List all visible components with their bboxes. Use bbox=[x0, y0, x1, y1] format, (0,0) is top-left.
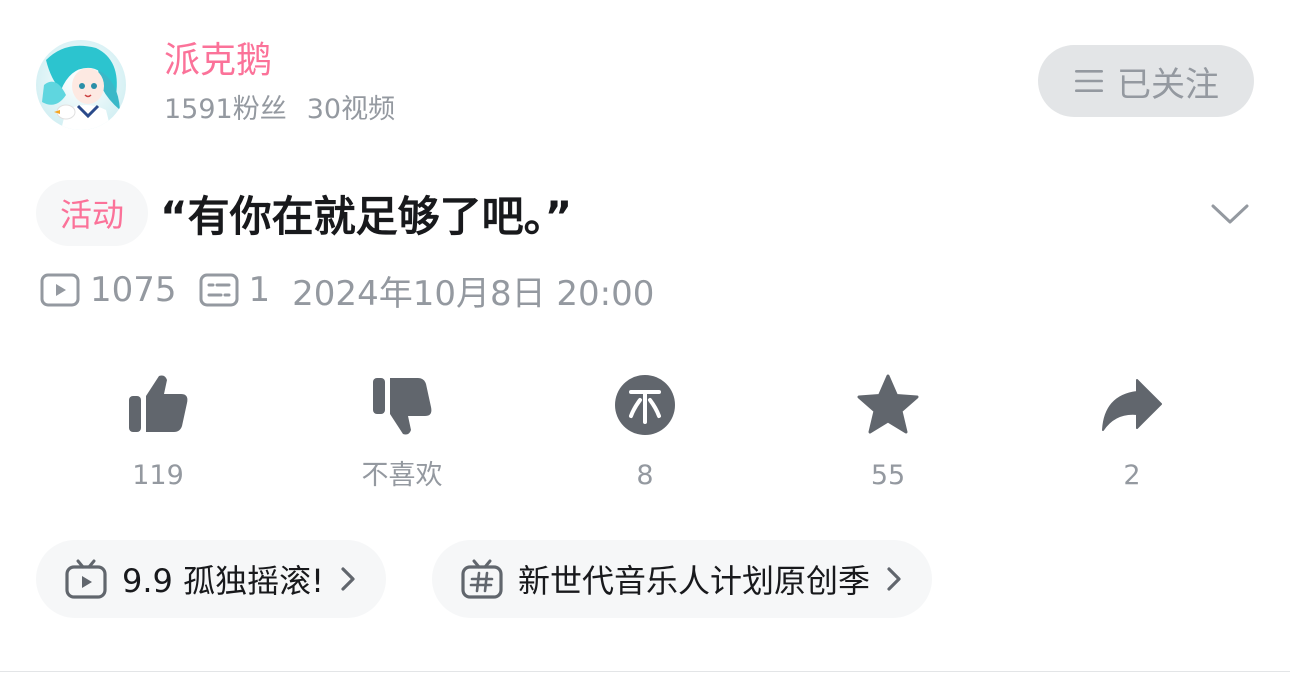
activity-tag[interactable]: 活动 bbox=[36, 180, 149, 246]
tv-icon bbox=[65, 559, 107, 599]
chip-label-bangumi: 9.9 孤独摇滚! bbox=[122, 562, 324, 600]
chevron-right-icon bbox=[341, 567, 355, 591]
share-icon bbox=[1102, 379, 1162, 431]
play-count-icon bbox=[40, 273, 80, 307]
share-count: 2 bbox=[1123, 460, 1141, 491]
like-button[interactable]: 119 bbox=[68, 372, 248, 494]
thumb-down-icon bbox=[373, 378, 432, 435]
coin-icon bbox=[615, 375, 675, 435]
chip-label-topic: 新世代音乐人计划原创季 bbox=[518, 562, 871, 600]
chevron-down-icon[interactable] bbox=[1210, 198, 1250, 228]
title-row: 活动 “有你在就足够了吧。” bbox=[36, 180, 572, 246]
danmaku-count: 1 bbox=[248, 270, 271, 310]
coin-count: 8 bbox=[636, 460, 654, 491]
favorite-button[interactable]: 55 bbox=[798, 372, 978, 494]
menu-icon bbox=[1075, 70, 1103, 92]
view-count: 1075 bbox=[90, 270, 177, 310]
thumb-up-icon bbox=[129, 375, 188, 432]
star-icon bbox=[857, 374, 919, 434]
follower-count: 1591粉丝 bbox=[164, 94, 287, 125]
video-count: 30视频 bbox=[306, 94, 396, 125]
chevron-right-icon bbox=[887, 567, 901, 591]
divider bbox=[0, 671, 1290, 672]
share-button[interactable]: 2 bbox=[1042, 372, 1222, 494]
favorite-count: 55 bbox=[870, 460, 906, 491]
follow-label: 已关注 bbox=[1117, 64, 1219, 105]
dislike-label: 不喜欢 bbox=[361, 460, 443, 491]
like-count: 119 bbox=[132, 460, 184, 491]
related-chip-bangumi[interactable]: 9.9 孤独摇滚! bbox=[36, 540, 386, 618]
danmaku-icon bbox=[199, 273, 239, 307]
coin-button[interactable]: 8 bbox=[555, 372, 735, 494]
uploader-stats: 1591粉丝 30视频 bbox=[164, 92, 395, 128]
video-meta: 1075 1 2024年10月8日 20:00 bbox=[40, 268, 655, 314]
uploader-name[interactable]: 派克鹅 bbox=[164, 40, 272, 82]
publish-date: 2024年10月8日 20:00 bbox=[292, 273, 655, 314]
uploader-avatar[interactable] bbox=[36, 40, 126, 130]
dislike-button[interactable]: 不喜欢 bbox=[312, 372, 492, 494]
hashtag-icon bbox=[461, 559, 503, 599]
video-title: “有你在就足够了吧。” bbox=[160, 191, 573, 241]
follow-button[interactable]: 已关注 bbox=[1038, 45, 1254, 117]
related-chip-topic[interactable]: 新世代音乐人计划原创季 bbox=[432, 540, 933, 618]
